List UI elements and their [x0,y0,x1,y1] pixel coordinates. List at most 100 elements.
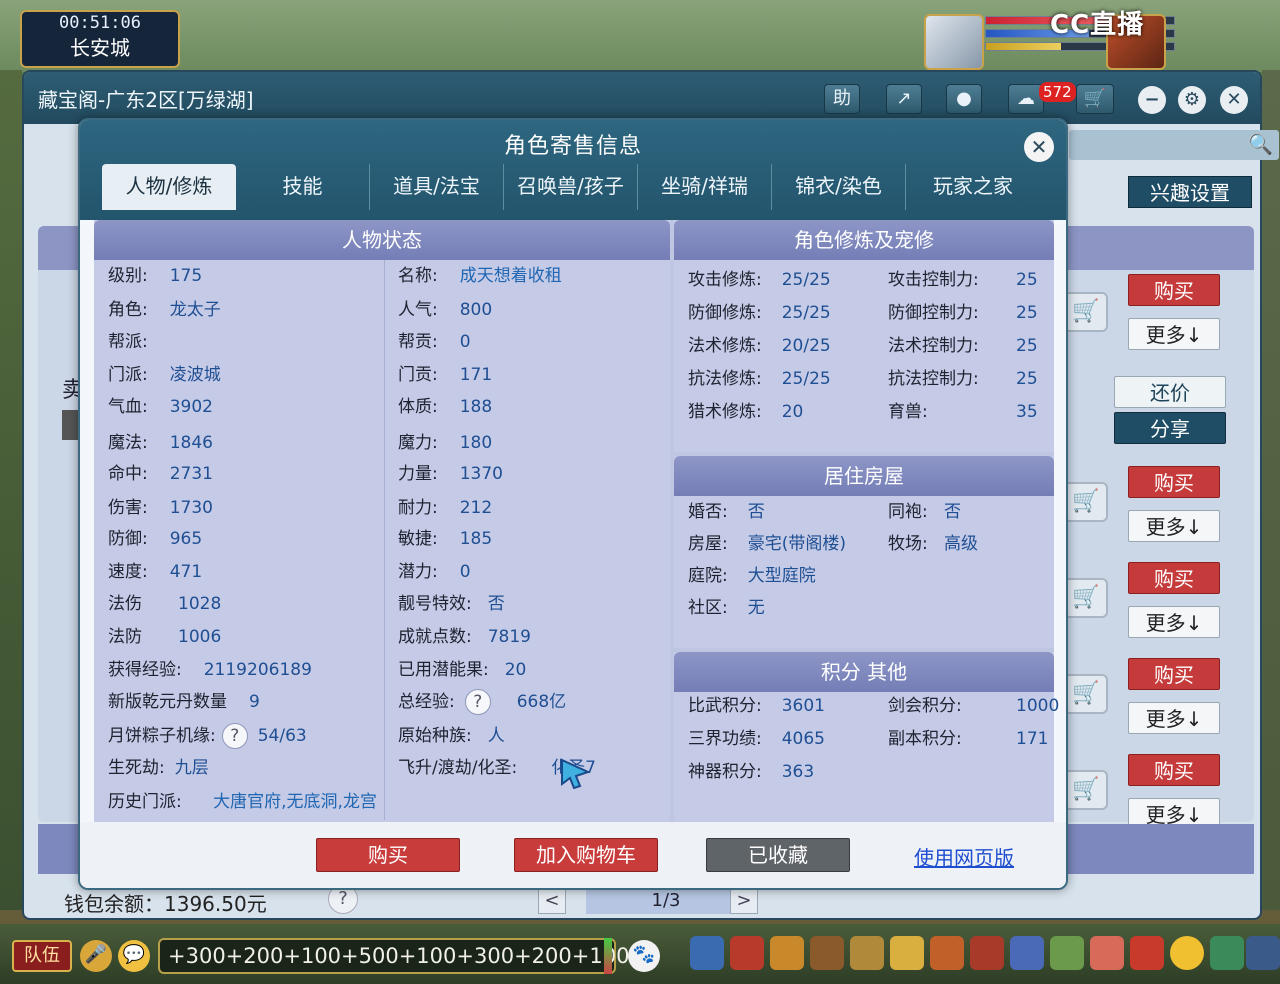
help-icon[interactable]: ? [464,689,491,715]
bag-icon[interactable] [730,936,764,970]
status-label: 速度: [108,562,148,582]
interest-settings-button[interactable]: 兴趣设置 [1128,176,1252,208]
quest-icon[interactable] [970,936,1004,970]
tab-items[interactable]: 道具/法宝 [370,164,504,210]
pager-prev-button[interactable]: < [538,888,566,914]
status-value: 凌波城 [169,365,221,385]
status-label: 总经验: [398,692,455,712]
listing-cart-icon[interactable]: 🛒 [1064,578,1108,618]
favorited-button[interactable]: 已收藏 [706,838,850,872]
status-row: 体质: 188 [398,391,492,423]
settings-gear-icon[interactable] [1210,936,1244,970]
status-value: 54/63 [257,726,307,746]
share-icon[interactable]: ↗ [886,84,922,114]
share-button[interactable]: 分享 [1114,412,1226,444]
sword-icon[interactable] [690,936,724,970]
listing-more-button[interactable]: 更多↓ [1128,318,1220,350]
web-version-link[interactable]: 使用网页版 [914,842,1014,871]
dialog-close-button[interactable]: ✕ [1024,132,1054,162]
status-value: 成天想着收租 [459,266,562,286]
listing-buy-button[interactable]: 购买 [1128,754,1220,786]
game-left-strip [0,70,22,910]
listing-cart-icon[interactable]: 🛒 [1064,770,1108,810]
status-label: 力量: [398,464,438,484]
listing-more-button[interactable]: 更多↓ [1128,702,1220,734]
help-button[interactable]: 助 [824,84,860,114]
mail-icon[interactable] [1090,936,1124,970]
gift-icon[interactable] [770,936,804,970]
tab-player-home[interactable]: 玩家之家 [906,164,1040,210]
close-icon[interactable]: ✕ [1220,86,1248,114]
pager-next-button[interactable]: > [730,888,758,914]
house-row-right: 牧场: 高级 [888,528,978,560]
status-value: 212 [459,498,493,518]
points-value: 1000 [1016,696,1060,716]
house-label: 牧场: [888,534,928,554]
status-row: 帮派: [108,326,170,358]
listing-buy-button[interactable]: 购买 [1128,562,1220,594]
team-icon[interactable] [850,936,884,970]
listing-cart-icon[interactable]: 🛒 [1064,482,1108,522]
house-panel: 居住房屋 婚否: 否同袍: 否房屋: 豪宅(带阁楼) 牧场: 高级 庭院: 大型庭院 社区: 无 [674,456,1054,648]
status-value: 九层 [174,758,209,778]
team-button[interactable]: 队伍 [12,940,72,972]
status-label: 生死劫: [108,758,165,778]
help-icon[interactable] [1246,936,1280,970]
buy-button[interactable]: 购买 [316,838,460,872]
status-value: 188 [459,397,493,417]
tab-character[interactable]: 人物/修炼 [102,164,236,210]
pet-icon[interactable] [810,936,844,970]
emote-icon[interactable]: 💬 [118,940,150,972]
status-label: 体质: [398,397,438,417]
pet-portrait[interactable] [924,14,984,70]
listing-more-button[interactable]: 更多↓ [1128,606,1220,638]
tab-outfits[interactable]: 锦衣/染色 [772,164,906,210]
chat-input[interactable]: +300+200+100+500+100+300+200+1008 [158,938,643,974]
system-icon[interactable] [1130,936,1164,970]
house-label: 庭院: [688,566,728,586]
status-row: 潜力: 0 [398,556,471,588]
record-icon[interactable]: ● [946,84,982,114]
search-icon[interactable]: 🔍 [1248,132,1273,156]
cart-icon[interactable]: 🛒 [1076,84,1114,114]
search-bar[interactable]: 🔍 [1069,130,1279,160]
guild-icon[interactable] [890,936,924,970]
status-value: 1006 [178,627,222,647]
bargain-button[interactable]: 还价 [1114,376,1226,408]
listing-cart-icon[interactable]: 🛒 [1064,292,1108,332]
status-row: 法防 1006 [108,621,221,653]
pet-mascot-icon[interactable]: 🐾 [628,940,660,972]
voice-icon[interactable]: 🎤 [80,940,112,972]
house-value: 否 [944,502,961,522]
status-value: 965 [169,529,203,549]
cultivation-row-left: 抗法修炼: 25/25 [688,363,831,395]
game-right-strip [1262,70,1280,910]
status-row: 耐力: 212 [398,492,492,524]
tab-mounts[interactable]: 坐骑/祥瑞 [638,164,772,210]
listing-buy-button[interactable]: 购买 [1128,274,1220,306]
pager-page-indicator: 1/3 [586,888,746,914]
listing-more-button[interactable]: 更多↓ [1128,510,1220,542]
scroll-icon[interactable] [930,936,964,970]
points-row-left: 三界功绩: 4065 [688,723,825,755]
status-label: 靓号特效: [398,594,472,614]
settings-icon[interactable]: ⚙ [1178,86,1206,114]
help-icon[interactable]: ? [221,723,248,749]
friend-icon[interactable] [1050,936,1084,970]
tab-skills[interactable]: 技能 [236,164,370,210]
add-to-cart-button[interactable]: 加入购物车 [514,838,658,872]
listing-buy-button[interactable]: 购买 [1128,658,1220,690]
status-value: 人 [487,726,505,746]
minimize-icon[interactable]: − [1138,86,1166,114]
cultivation-value: 25 [1016,270,1038,290]
smile-icon[interactable] [1170,936,1204,970]
map-icon[interactable] [1010,936,1044,970]
listing-cart-icon[interactable]: 🛒 [1064,674,1108,714]
tab-summons[interactable]: 召唤兽/孩子 [504,164,638,210]
listing-buy-button[interactable]: 购买 [1128,466,1220,498]
status-row: 伤害: 1730 [108,492,213,524]
partial-left-button[interactable] [62,410,78,440]
status-row: 靓号特效: 否 [398,588,505,620]
cultivation-value: 25/25 [781,303,831,323]
status-label: 月饼粽子机缘: [108,726,216,746]
